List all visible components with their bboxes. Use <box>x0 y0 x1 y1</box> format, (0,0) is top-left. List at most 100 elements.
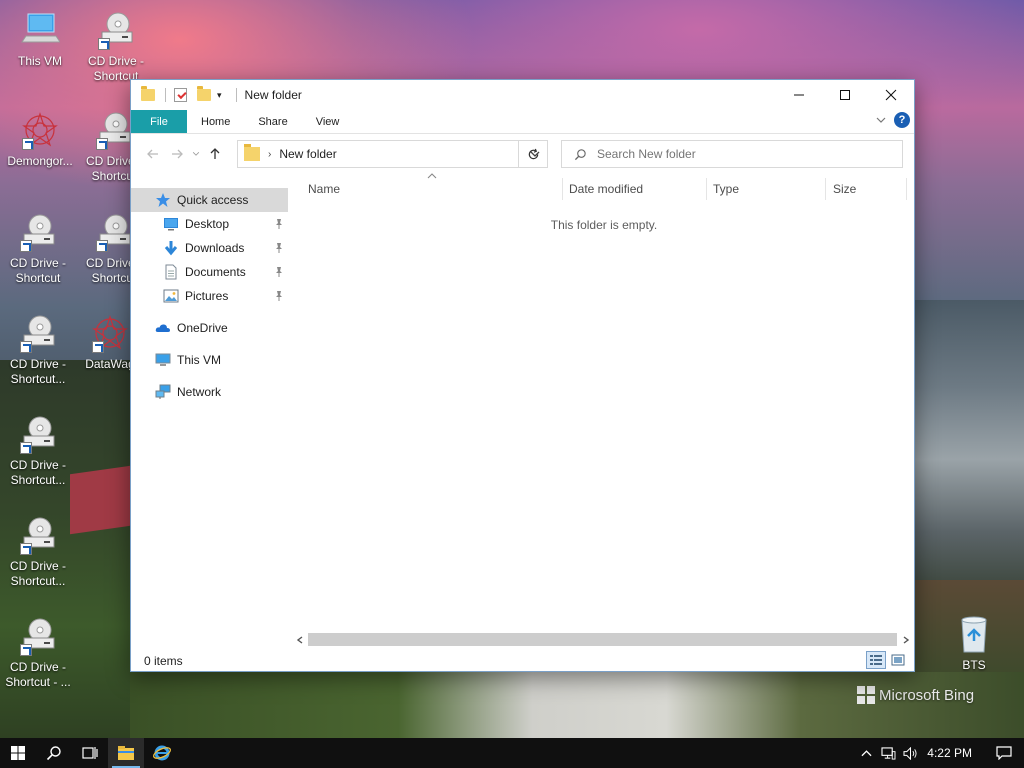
pin-icon[interactable] <box>274 218 284 230</box>
desktop-icon-demongor[interactable]: Demongor... <box>2 110 78 169</box>
expand-ribbon-icon[interactable] <box>876 115 886 125</box>
customize-toolbar-icon[interactable]: ▾ <box>217 90 222 101</box>
clock[interactable]: 4:22 PM <box>921 746 984 760</box>
shortcut-arrow-icon <box>20 240 32 252</box>
window-title: New folder <box>244 88 302 102</box>
action-center-button[interactable] <box>984 738 1024 768</box>
show-hidden-icons-button[interactable] <box>855 738 877 768</box>
desktop-icon-recycle-bin[interactable]: BTS <box>936 614 1012 673</box>
column-header-type[interactable]: Type <box>713 182 739 196</box>
sidebar-item-label: Desktop <box>185 217 230 231</box>
title-bar[interactable]: ▾ New folder <box>131 80 914 110</box>
explorer-body: Quick access Desktop Downloads Documents… <box>131 173 914 644</box>
desktop-icon-cd-drive[interactable]: CD Drive - Shortcut <box>78 10 154 84</box>
desktop-icon-cd-drive[interactable]: CD Drive - Shortcut - ... <box>0 616 76 690</box>
cd-drive-icon <box>94 212 134 252</box>
column-divider[interactable] <box>706 178 707 200</box>
column-divider[interactable] <box>825 178 826 200</box>
taskbar-file-explorer[interactable] <box>108 738 144 768</box>
bing-watermark: Microsoft Bing <box>857 686 974 704</box>
task-view-icon <box>82 747 98 759</box>
pin-icon[interactable] <box>274 266 284 278</box>
maximize-icon <box>840 90 850 100</box>
sidebar-item-quick-access[interactable]: Quick access <box>131 188 288 212</box>
quick-access-toolbar: ▾ <box>131 80 245 110</box>
address-bar[interactable]: › New folder <box>237 140 548 168</box>
sidebar-item-pictures[interactable]: Pictures <box>131 284 288 308</box>
close-icon <box>885 89 897 101</box>
desktop-icon-cd-drive[interactable]: CD Drive - Shortcut... <box>0 313 76 387</box>
new-folder-icon[interactable] <box>197 86 211 101</box>
file-explorer-window[interactable]: ▾ New folder File Home Share View ? › Ne… <box>130 79 915 672</box>
ribbon-right-controls: ? <box>876 112 910 128</box>
volume-button[interactable] <box>899 738 921 768</box>
cd-drive-icon <box>18 414 58 454</box>
taskbar-internet-explorer[interactable] <box>144 738 180 768</box>
close-button[interactable] <box>868 80 914 110</box>
desktop-icon-cd-drive[interactable]: CD Drive - Shortcut... <box>0 515 76 589</box>
start-button[interactable] <box>0 738 36 768</box>
chevron-down-icon <box>192 152 200 156</box>
sidebar-item-onedrive[interactable]: OneDrive <box>131 316 288 340</box>
search-box[interactable] <box>561 140 903 168</box>
shortcut-arrow-icon <box>20 543 32 555</box>
star-icon <box>156 193 170 207</box>
shortcut-arrow-icon <box>22 138 34 150</box>
maximize-button[interactable] <box>822 80 868 110</box>
arrow-right-icon <box>172 149 183 159</box>
recycle-bin-icon <box>954 614 994 654</box>
breadcrumb-separator-icon[interactable]: › <box>268 149 271 160</box>
pictures-icon <box>163 289 179 303</box>
pin-icon[interactable] <box>274 242 284 254</box>
sidebar-item-downloads[interactable]: Downloads <box>131 236 288 260</box>
recent-locations-button[interactable] <box>189 142 203 166</box>
column-header-date-modified[interactable]: Date modified <box>569 182 643 196</box>
network-status-button[interactable] <box>877 738 899 768</box>
minimize-button[interactable] <box>776 80 822 110</box>
bing-watermark-text: Microsoft Bing <box>879 686 975 704</box>
sidebar-item-documents[interactable]: Documents <box>131 260 288 284</box>
tab-file[interactable]: File <box>131 110 187 133</box>
details-view-button[interactable] <box>866 651 886 669</box>
ribbon-tabs: File Home Share View ? <box>131 110 914 134</box>
tab-home[interactable]: Home <box>187 110 244 133</box>
tab-share[interactable]: Share <box>244 110 301 133</box>
refresh-button[interactable] <box>518 140 548 168</box>
properties-icon[interactable] <box>174 88 187 102</box>
large-icons-view-button[interactable] <box>888 651 908 669</box>
scroll-right-button[interactable] <box>897 631 914 648</box>
sidebar-item-desktop[interactable]: Desktop <box>131 212 288 236</box>
shortcut-arrow-icon <box>98 38 110 50</box>
search-input[interactable] <box>597 147 887 161</box>
desktop-icon-this-vm[interactable]: This VM <box>2 10 78 69</box>
up-button[interactable] <box>203 142 227 166</box>
scroll-left-button[interactable] <box>291 631 308 648</box>
item-count: 0 items <box>144 654 183 668</box>
sidebar-item-this-vm[interactable]: This VM <box>131 348 288 372</box>
desktop-icon-cd-drive[interactable]: CD Drive - Shortcut... <box>0 414 76 488</box>
empty-folder-message: This folder is empty. <box>550 218 658 232</box>
pin-icon[interactable] <box>274 290 284 302</box>
horizontal-scrollbar[interactable] <box>291 631 914 648</box>
shortcut-arrow-icon <box>20 442 32 454</box>
forward-button[interactable] <box>165 142 189 166</box>
desktop-icon-label: CD Drive - Shortcut... <box>10 458 66 487</box>
tab-view[interactable]: View <box>302 110 354 133</box>
wallpaper-roof <box>70 465 130 535</box>
column-header-name[interactable]: Name <box>308 182 340 196</box>
file-list[interactable]: Name Date modified Type Size This folder… <box>299 173 909 634</box>
desktop-icon-cd-drive[interactable]: CD Drive - Shortcut <box>0 212 76 286</box>
sidebar-item-label: Pictures <box>185 289 229 303</box>
breadcrumb-current[interactable]: New folder <box>279 147 336 161</box>
arrow-up-icon <box>210 148 220 159</box>
column-divider[interactable] <box>906 178 907 200</box>
scrollbar-thumb[interactable] <box>308 633 897 646</box>
shortcut-arrow-icon <box>20 644 32 656</box>
back-button[interactable] <box>141 142 165 166</box>
help-icon[interactable]: ? <box>894 112 910 128</box>
search-button[interactable] <box>36 738 72 768</box>
column-divider[interactable] <box>562 178 563 200</box>
sidebar-item-network[interactable]: Network <box>131 380 288 404</box>
column-header-size[interactable]: Size <box>833 182 856 196</box>
task-view-button[interactable] <box>72 738 108 768</box>
